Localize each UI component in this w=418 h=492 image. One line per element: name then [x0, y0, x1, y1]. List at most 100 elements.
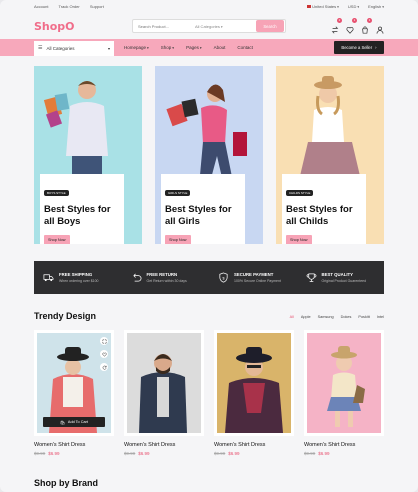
product-name[interactable]: Women's Shirt Dress [304, 442, 384, 448]
old-price: $9.99 [124, 451, 136, 456]
banner-boys[interactable]: BOYS STYLE Best Styles for all Boys Shop… [34, 66, 142, 244]
compare-badge: 2 [337, 18, 342, 23]
chevron-down-icon: ▾ [107, 45, 110, 51]
feature-item: FREE SHIPPING When ordering over $100 [34, 272, 122, 283]
cart-button[interactable]: 1 [361, 18, 372, 34]
nav-menu: Homepage Shop Pages About Contact [124, 45, 253, 50]
features-bar: FREE SHIPPING When ordering over $100 FRE… [34, 261, 384, 294]
feature-title: BEST QUALITY [321, 272, 354, 277]
product-card[interactable]: Women's Shirt Dress $9.99 $6.99 [304, 330, 384, 456]
filter-dokes[interactable]: Dokes [341, 315, 352, 319]
product-photo [139, 354, 187, 433]
feature-sub: Get Return within 30 days [146, 279, 187, 283]
product-name[interactable]: Women's Shirt Dress [124, 442, 204, 448]
compare-product-button[interactable] [100, 363, 108, 371]
add-to-cart-button[interactable]: 🛍 Add To Cart [43, 417, 105, 427]
sale-price: $6.99 [228, 451, 240, 456]
nav-item-homepage[interactable]: Homepage [124, 45, 149, 50]
product-image [127, 333, 201, 433]
product-image [307, 333, 381, 433]
country-select[interactable]: United States [307, 4, 339, 9]
banner-card: CHILDS STYLE Best Styles for all Childs … [282, 174, 366, 244]
logo-text: ShopO [34, 19, 75, 33]
product-image-box: 🛍 Add To Cart [34, 330, 114, 436]
compare-button[interactable]: 2 [331, 18, 342, 34]
search-input[interactable] [133, 23, 195, 29]
shop-now-button[interactable]: Shop Now [165, 235, 191, 244]
product-price: $9.99 $6.99 [124, 451, 204, 456]
search-bar: All Categories Search [132, 19, 286, 33]
banner-tag: BOYS STYLE [44, 190, 69, 196]
product-name[interactable]: Women's Shirt Dress [34, 442, 114, 448]
product-photo [225, 347, 283, 433]
wishlist-button[interactable]: 1 [346, 18, 357, 34]
heart-icon [346, 27, 354, 34]
feature-title: FREE SHIPPING [59, 272, 93, 277]
product-name[interactable]: Women's Shirt Dress [214, 442, 294, 448]
user-icon [376, 26, 384, 34]
nav-item-shop[interactable]: Shop [161, 45, 174, 50]
menu-icon: ☰ [38, 45, 43, 51]
flag-icon [307, 5, 312, 9]
svg-text:$: $ [222, 276, 224, 280]
account-button[interactable] [376, 21, 384, 34]
nav-item-contact[interactable]: Contact [237, 45, 253, 50]
banner-title: Best Styles for all Girls [165, 204, 232, 227]
filter-intel[interactable]: Intel [377, 315, 384, 319]
sale-price: $6.99 [138, 451, 150, 456]
filter-samsung[interactable]: Samsung [318, 315, 334, 319]
brand-title: Shop by Brand [34, 478, 99, 488]
header: ShopO All Categories Search 2 1 1 [0, 13, 418, 39]
old-price: $9.99 [34, 451, 46, 456]
feature-sub: 100% Secure Online Payment [234, 279, 281, 283]
filter-all[interactable]: All [290, 315, 294, 319]
banner-girls[interactable]: GIRLS STYLE Best Styles for all Girls Sh… [155, 66, 263, 244]
account-link[interactable]: Account [34, 4, 48, 9]
all-categories-dropdown[interactable]: ☰ All Categories ▾ [34, 40, 114, 56]
trophy-icon [306, 273, 316, 282]
compare-icon [331, 26, 339, 34]
product-card[interactable]: 🛍 Add To Cart Women's Shirt Dress $9.99 $6… [34, 330, 114, 456]
banner-tag: CHILDS STYLE [286, 190, 314, 196]
shop-now-button[interactable]: Shop Now [286, 235, 312, 244]
feature-title: SECURE PAYMENT [234, 272, 274, 277]
nav-item-about[interactable]: About [214, 45, 226, 50]
logo[interactable]: ShopO [34, 20, 75, 33]
shield-icon: $ [219, 272, 228, 283]
bag-icon [362, 26, 368, 34]
feature-sub: Original Product Guarenteed [321, 279, 367, 283]
nav-item-pages[interactable]: Pages [186, 45, 202, 50]
add-wishlist-button[interactable] [100, 350, 108, 358]
sale-price: $6.99 [318, 451, 330, 456]
refresh-icon [102, 365, 106, 370]
trendy-filters: All Apple Samsung Dokes Poskitt Intel [290, 315, 384, 319]
feature-sub: When ordering over $100 [59, 279, 99, 283]
language-select[interactable]: English [368, 4, 384, 9]
banner-title: Best Styles for all Boys [44, 204, 111, 227]
feature-item: FREE RETURN Get Return within 30 days [122, 272, 210, 283]
product-image-box [124, 330, 204, 436]
filter-poskitt[interactable]: Poskitt [358, 315, 369, 319]
track-order-link[interactable]: Track Order [59, 4, 80, 9]
product-price: $9.99 $6.99 [34, 451, 114, 456]
banner-title: Best Styles for all Childs [286, 204, 353, 227]
old-price: $9.99 [214, 451, 226, 456]
become-seller-button[interactable]: Become a Seller › [334, 41, 384, 54]
product-card[interactable]: Women's Shirt Dress $9.99 $6.99 [214, 330, 294, 456]
filter-apple[interactable]: Apple [301, 315, 311, 319]
top-bar: Account Track Order Support United State… [0, 0, 418, 13]
currency-select[interactable]: USD [348, 4, 359, 9]
search-button[interactable]: Search [256, 20, 284, 32]
product-card[interactable]: Women's Shirt Dress $9.99 $6.99 [124, 330, 204, 456]
search-category-select[interactable]: All Categories [195, 24, 256, 29]
banner-childs[interactable]: CHILDS STYLE Best Styles for all Childs … [276, 66, 384, 244]
shop-now-button[interactable]: Shop Now [44, 235, 70, 244]
product-image-box [304, 330, 384, 436]
quick-view-button[interactable] [100, 337, 108, 345]
banner-card: GIRLS STYLE Best Styles for all Girls Sh… [161, 174, 245, 244]
product-photo [327, 346, 365, 427]
header-icons: 2 1 1 [331, 18, 384, 34]
product-price: $9.99 $6.99 [304, 451, 384, 456]
support-link[interactable]: Support [90, 4, 104, 9]
feature-item: BEST QUALITY Original Product Guarenteed [297, 272, 385, 283]
